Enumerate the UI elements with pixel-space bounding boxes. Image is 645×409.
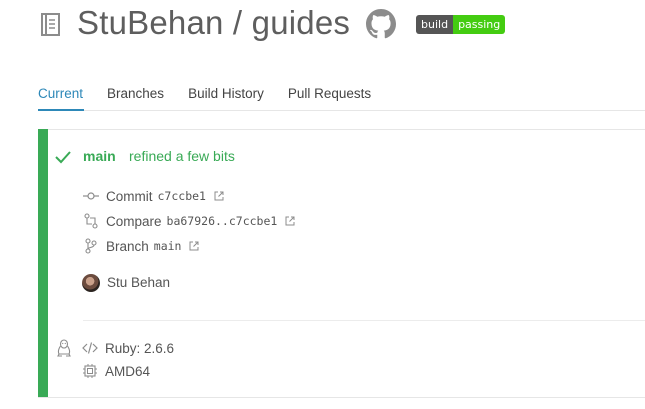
github-icon[interactable]	[366, 9, 396, 39]
external-link-icon	[189, 241, 199, 251]
compare-link[interactable]: Compare ba67926..c7ccbe1	[83, 213, 295, 229]
external-link-icon	[214, 191, 224, 201]
tab-divider	[38, 110, 645, 111]
tab-build-history[interactable]: Build History	[188, 86, 264, 101]
card-divider	[83, 320, 645, 321]
tab-bar: Current Branches Build History Pull Requ…	[38, 86, 371, 101]
code-icon	[82, 342, 98, 354]
language-label: Ruby: 2.6.6	[105, 340, 175, 356]
repo-icon	[41, 13, 60, 36]
repo-title[interactable]: StuBehan / guides	[77, 4, 350, 42]
author-name: Stu Behan	[107, 275, 171, 290]
tab-pull-requests[interactable]: Pull Requests	[288, 86, 371, 101]
badge-label: build	[416, 15, 454, 34]
branch-label: Branch	[106, 238, 149, 254]
build-card	[38, 129, 645, 398]
language-info: Ruby: 2.6.6	[82, 340, 174, 356]
branch-link[interactable]: Branch main	[83, 238, 199, 254]
cpu-icon	[83, 364, 97, 378]
compare-icon	[84, 213, 98, 229]
badge-status: passing	[453, 15, 506, 34]
tab-current[interactable]: Current	[38, 86, 83, 101]
branch-name[interactable]: main	[83, 148, 116, 164]
active-tab-indicator	[38, 109, 84, 111]
compare-label: Compare	[106, 213, 162, 229]
check-icon	[55, 151, 71, 164]
commit-label: Commit	[106, 188, 153, 204]
linux-icon	[57, 339, 71, 357]
branch-value: main	[153, 239, 182, 253]
author-avatar	[82, 274, 100, 292]
compare-range: ba67926..c7ccbe1	[166, 214, 278, 228]
arch-label: AMD64	[105, 363, 151, 379]
tab-branches[interactable]: Branches	[107, 86, 164, 101]
build-status-badge[interactable]: build passing	[416, 15, 506, 34]
build-status-bar	[38, 129, 48, 397]
commit-sha: c7ccbe1	[157, 189, 206, 203]
commit-link[interactable]: Commit c7ccbe1	[83, 188, 224, 204]
commit-message[interactable]: refined a few bits	[129, 148, 235, 164]
branch-icon	[85, 238, 97, 254]
external-link-icon	[285, 216, 295, 226]
arch-info: AMD64	[82, 363, 150, 379]
commit-icon	[83, 192, 99, 200]
